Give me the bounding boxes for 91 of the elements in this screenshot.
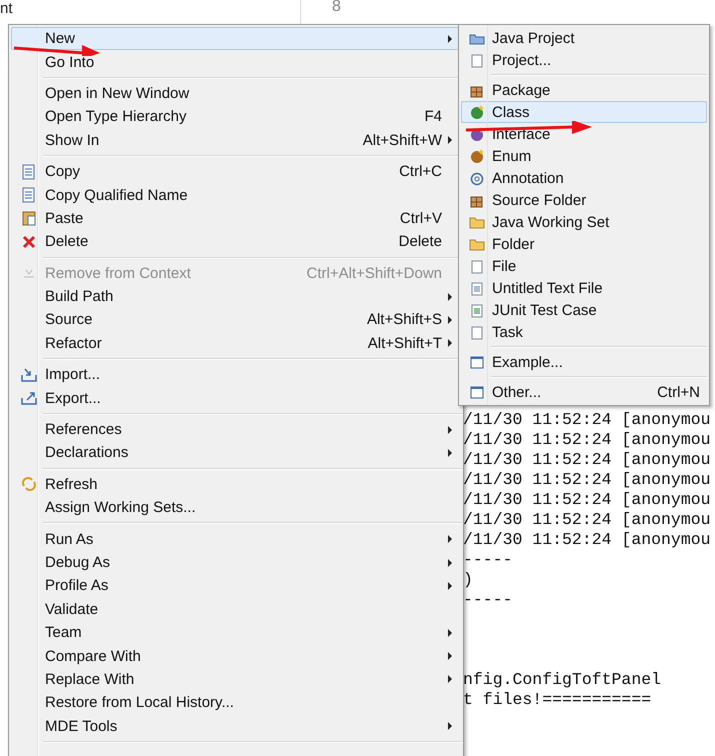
menu-item[interactable]: MDE Tools: [11, 714, 461, 738]
menu-item[interactable]: Source Alt+Shift+S: [11, 308, 461, 332]
console-line: -----: [463, 550, 513, 569]
submenu-arrow-icon: [448, 675, 452, 684]
copy-icon: [22, 187, 36, 204]
circle-icon: [470, 104, 484, 120]
menu-item[interactable]: Annotation: [461, 167, 707, 189]
menu-item[interactable]: Refactor Alt+Shift+T: [11, 332, 461, 356]
menu-item[interactable]: Run As: [11, 527, 461, 551]
submenu-arrow-icon: [448, 292, 452, 301]
submenu-arrow-icon: [448, 316, 452, 324]
menu-item[interactable]: Enum: [461, 145, 707, 167]
file-icon: [470, 302, 484, 318]
submenu-arrow-icon: [448, 339, 452, 348]
menu-item[interactable]: Assign Working Sets...: [11, 496, 461, 520]
menu-item[interactable]: Delete Delete: [11, 230, 461, 254]
file-icon: [470, 324, 484, 340]
file-icon: [470, 280, 484, 296]
menu-item[interactable]: Interface: [461, 123, 707, 145]
submenu-arrow-icon: [448, 535, 452, 544]
menu-item[interactable]: Show In Alt+Shift+W: [11, 128, 461, 152]
line-number: 8: [332, 0, 341, 16]
console-line: /11/30 11:52:24 [anonymou: [463, 430, 711, 449]
circle-icon: [470, 126, 484, 142]
submenu-arrow-icon: [448, 448, 452, 457]
submenu-arrow-icon: [448, 722, 452, 730]
submenu-arrow-icon: [448, 426, 452, 434]
menu-item[interactable]: Java Working Set: [461, 211, 707, 233]
faded-icon: [22, 267, 36, 280]
menu-item[interactable]: Copy Ctrl+C: [11, 160, 461, 184]
window-icon: [470, 355, 484, 369]
file-icon: [470, 258, 484, 274]
console-line: /11/30 11:52:24 [anonymou: [463, 450, 711, 469]
submenu-arrow-icon: [448, 136, 452, 144]
menu-item[interactable]: Open in New Window: [11, 82, 461, 106]
menu-item[interactable]: Paste Ctrl+V: [11, 206, 461, 230]
menu-item[interactable]: Declarations: [11, 441, 461, 465]
menu-item[interactable]: Replace With: [11, 668, 461, 692]
menu-item[interactable]: Other... Ctrl+N: [461, 381, 707, 403]
console-line: ): [463, 570, 473, 589]
menu-item[interactable]: Source Folder: [461, 189, 707, 211]
menu-item[interactable]: Validate: [11, 598, 461, 621]
circle-icon: [470, 148, 484, 164]
console-line: t files!===========: [463, 690, 652, 709]
folder-icon: [469, 237, 485, 251]
menu-item[interactable]: References: [11, 418, 461, 442]
folder-icon: [469, 215, 485, 229]
submenu-arrow-icon: [448, 558, 452, 566]
menu-item[interactable]: Example...: [461, 351, 707, 373]
menu-item[interactable]: Profile As: [11, 574, 461, 598]
file-icon: [470, 52, 484, 68]
menu-item[interactable]: Debug As: [11, 550, 461, 574]
submenu-arrow-icon: [448, 652, 452, 660]
window-icon: [470, 385, 484, 399]
import-icon: [20, 368, 36, 382]
submenu-arrow-icon: [448, 34, 452, 43]
explorer-text: nt: [0, 0, 14, 17]
at-sign-icon: [470, 170, 484, 186]
menu-item[interactable]: Team: [11, 620, 461, 644]
menu-item[interactable]: Import...: [11, 363, 461, 386]
console-line: -----: [463, 590, 513, 609]
console-line: /11/30 11:52:24 [anonymou: [463, 410, 711, 429]
console-line: /11/30 11:52:24 [anonymou: [463, 470, 711, 489]
menu-item[interactable]: Restore from Local History...: [11, 691, 461, 715]
menu-item[interactable]: New: [11, 27, 461, 50]
copy-icon: [22, 164, 36, 180]
menu-item[interactable]: Task: [461, 321, 707, 343]
menu-item[interactable]: Package: [461, 79, 707, 101]
menu-item[interactable]: Class: [461, 101, 707, 123]
menu-item[interactable]: Copy Qualified Name: [11, 183, 461, 207]
export-icon: [20, 391, 36, 406]
console-line: /11/30 11:52:24 [anonymou: [463, 490, 711, 509]
menu-item[interactable]: Build Path: [11, 284, 461, 308]
menu-item[interactable]: Project...: [461, 49, 707, 71]
menu-item[interactable]: Java Project: [461, 27, 707, 49]
console-line: /11/30 11:52:24 [anonymou: [463, 510, 711, 529]
submenu-arrow-icon: [448, 628, 452, 637]
menu-item[interactable]: Export...: [11, 386, 461, 410]
menu-item[interactable]: JUnit Test Case: [461, 299, 707, 321]
submenu-arrow-icon: [448, 582, 452, 590]
menu-item[interactable]: File: [461, 255, 707, 277]
menu-item[interactable]: Refresh: [11, 472, 461, 496]
menu-item[interactable]: Compare With: [11, 644, 461, 668]
menu-item[interactable]: Folder: [461, 233, 707, 255]
menu-item[interactable]: Go Into: [11, 50, 461, 74]
menu-item[interactable]: Open Type Hierarchy F4: [11, 105, 461, 129]
refresh-icon: [20, 477, 36, 492]
console-line: /11/30 11:52:24 [anonymou: [463, 530, 711, 549]
delete-icon: [22, 234, 36, 249]
console-line: nfig.ConfigToftPanel: [463, 670, 662, 689]
menu-item[interactable]: Untitled Text File: [461, 277, 707, 299]
